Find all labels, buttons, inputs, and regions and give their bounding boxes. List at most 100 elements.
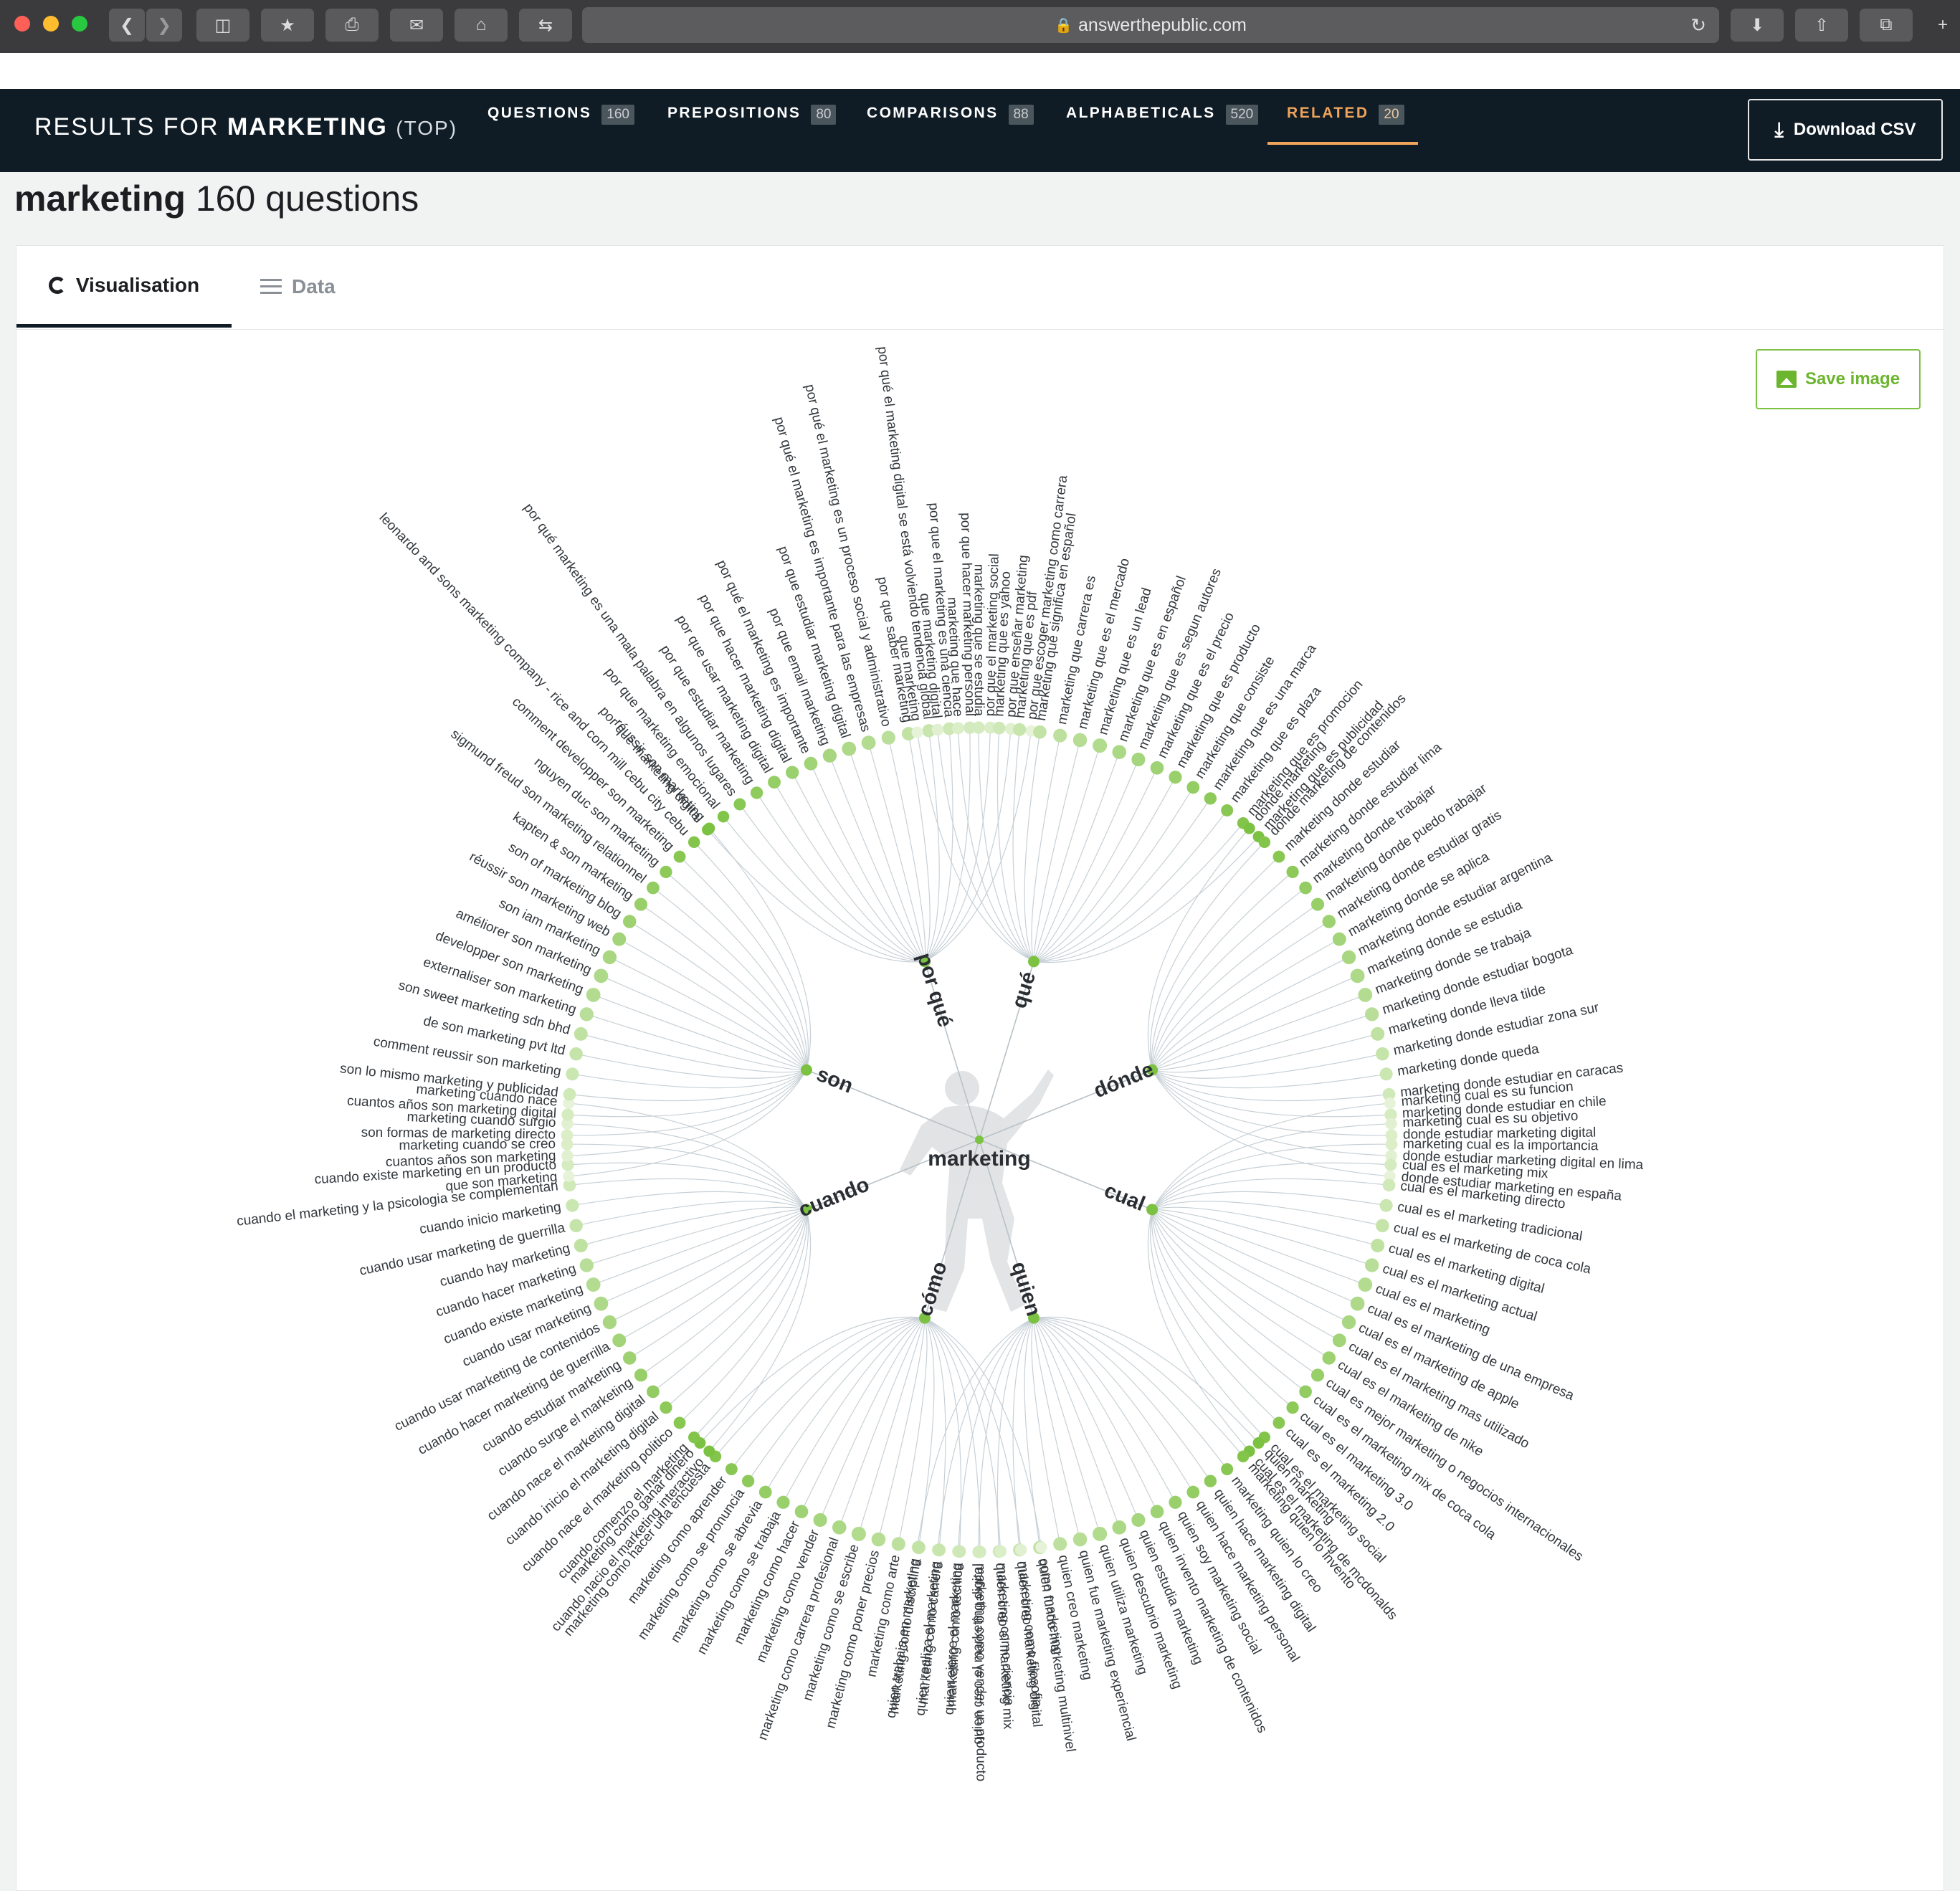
leaf-node[interactable] [1072, 1532, 1088, 1547]
leaf-node[interactable] [776, 1495, 790, 1509]
leaf-node[interactable] [1332, 1333, 1346, 1348]
leaf-node[interactable] [1237, 1450, 1250, 1462]
leaf-node[interactable] [660, 1401, 672, 1414]
leaf-node[interactable] [861, 735, 876, 750]
branch-label[interactable]: por qué [913, 951, 957, 1030]
leaf-node[interactable] [1384, 1097, 1396, 1110]
leaf-node[interactable] [574, 1027, 588, 1041]
leaf-node[interactable] [758, 1485, 772, 1499]
leaf-node[interactable] [891, 1537, 905, 1551]
leaf-node[interactable] [1350, 1296, 1365, 1311]
leaf-node[interactable] [612, 1333, 627, 1348]
leaf-node[interactable] [1385, 1118, 1397, 1130]
leaf-node[interactable] [1033, 725, 1047, 739]
leaf-node[interactable] [974, 1545, 986, 1558]
leaf-node[interactable] [602, 1315, 617, 1330]
leaf-node[interactable] [622, 915, 637, 928]
leaf-node[interactable] [794, 1505, 809, 1519]
leaf-node[interactable] [1131, 752, 1146, 767]
leaf-node[interactable] [1365, 1007, 1379, 1021]
leaf-node[interactable] [1286, 865, 1299, 879]
leaf-node[interactable] [1150, 1505, 1164, 1519]
leaf-node[interactable] [881, 730, 895, 745]
leaf-node[interactable] [871, 1532, 886, 1547]
leaf-node[interactable] [1204, 792, 1217, 805]
leaf-node[interactable] [563, 1087, 576, 1101]
branch-node[interactable] [800, 1064, 812, 1076]
leaf-node[interactable] [561, 1129, 574, 1142]
leaf-node[interactable] [1371, 1027, 1385, 1041]
leaf-node[interactable] [1186, 1485, 1200, 1499]
branch-node[interactable] [1146, 1204, 1159, 1216]
leaf-node[interactable] [931, 723, 944, 736]
leaf-label[interactable]: marketing que se estudia [971, 564, 986, 717]
leaf-node[interactable] [1272, 850, 1285, 863]
leaf-node[interactable] [1012, 723, 1027, 736]
leaf-node[interactable] [563, 1170, 575, 1182]
leaf-node[interactable] [1384, 1158, 1397, 1171]
leaf-node[interactable] [1053, 1537, 1067, 1551]
leaf-node[interactable] [932, 1543, 946, 1557]
leaf-node[interactable] [660, 865, 672, 879]
leaf-node[interactable] [972, 721, 985, 734]
leaf-node[interactable] [842, 741, 857, 756]
leaf-node[interactable] [768, 776, 781, 789]
leaf-node[interactable] [725, 1463, 738, 1475]
leaf-node[interactable] [1371, 1239, 1385, 1253]
leaf-node[interactable] [1358, 988, 1373, 1002]
leaf-node[interactable] [586, 1277, 601, 1292]
branch-label[interactable]: son [813, 1063, 856, 1098]
leaf-node[interactable] [953, 1545, 966, 1558]
leaf-node[interactable] [612, 932, 627, 946]
leaf-node[interactable] [586, 988, 601, 1002]
leaf-node[interactable] [851, 1526, 866, 1541]
leaf-node[interactable] [1358, 1277, 1373, 1292]
leaf-node[interactable] [1310, 1368, 1325, 1382]
leaf-node[interactable] [741, 1475, 755, 1487]
leaf-node[interactable] [1243, 822, 1255, 834]
leaf-node[interactable] [566, 1067, 579, 1081]
leaf-node[interactable] [813, 1513, 827, 1528]
leaf-node[interactable] [992, 721, 1006, 735]
leaf-node[interactable] [594, 1296, 609, 1311]
leaf-node[interactable] [622, 1351, 637, 1365]
leaf-node[interactable] [1204, 1475, 1217, 1487]
leaf-node[interactable] [1286, 1401, 1299, 1414]
leaf-node[interactable] [688, 836, 700, 849]
leaf-node[interactable] [1376, 1219, 1389, 1233]
leaf-node[interactable] [1221, 804, 1234, 816]
leaf-node[interactable] [1112, 745, 1127, 759]
leaf-label[interactable]: marketing como tecnica [944, 1562, 966, 1707]
leaf-node[interactable] [1310, 897, 1325, 911]
leaf-node[interactable] [634, 1368, 648, 1382]
leaf-node[interactable] [1385, 1138, 1398, 1151]
leaf-node[interactable] [1093, 738, 1108, 753]
leaf-node[interactable] [561, 1150, 574, 1162]
leaf-node[interactable] [579, 1258, 594, 1272]
leaf-node[interactable] [804, 756, 818, 771]
leaf-node[interactable] [786, 766, 799, 779]
leaf-node[interactable] [717, 810, 730, 823]
leaf-node[interactable] [1382, 1178, 1396, 1192]
leaf-node[interactable] [1169, 771, 1182, 784]
leaf-node[interactable] [688, 1431, 700, 1444]
branch-label[interactable]: cuando [796, 1173, 873, 1221]
leaf-node[interactable] [561, 1108, 574, 1121]
leaf-node[interactable] [673, 850, 686, 863]
leaf-node[interactable] [1053, 728, 1067, 743]
leaf-node[interactable] [647, 881, 660, 895]
leaf-node[interactable] [634, 897, 648, 911]
leaf-node[interactable] [602, 950, 617, 965]
leaf-node[interactable] [1299, 1385, 1312, 1399]
leaf-node[interactable] [733, 798, 746, 811]
leaf-node[interactable] [1322, 915, 1336, 928]
leaf-node[interactable] [1332, 932, 1346, 946]
leaf-node[interactable] [1186, 781, 1200, 794]
leaf-node[interactable] [911, 726, 923, 738]
leaf-node[interactable] [569, 1219, 583, 1233]
leaf-node[interactable] [1299, 881, 1312, 895]
leaf-node[interactable] [1014, 1543, 1027, 1556]
leaf-node[interactable] [703, 1445, 715, 1457]
leaf-label[interactable]: marketing cual es la importancia [1403, 1136, 1599, 1153]
branch-label[interactable]: qué [1008, 969, 1041, 1011]
